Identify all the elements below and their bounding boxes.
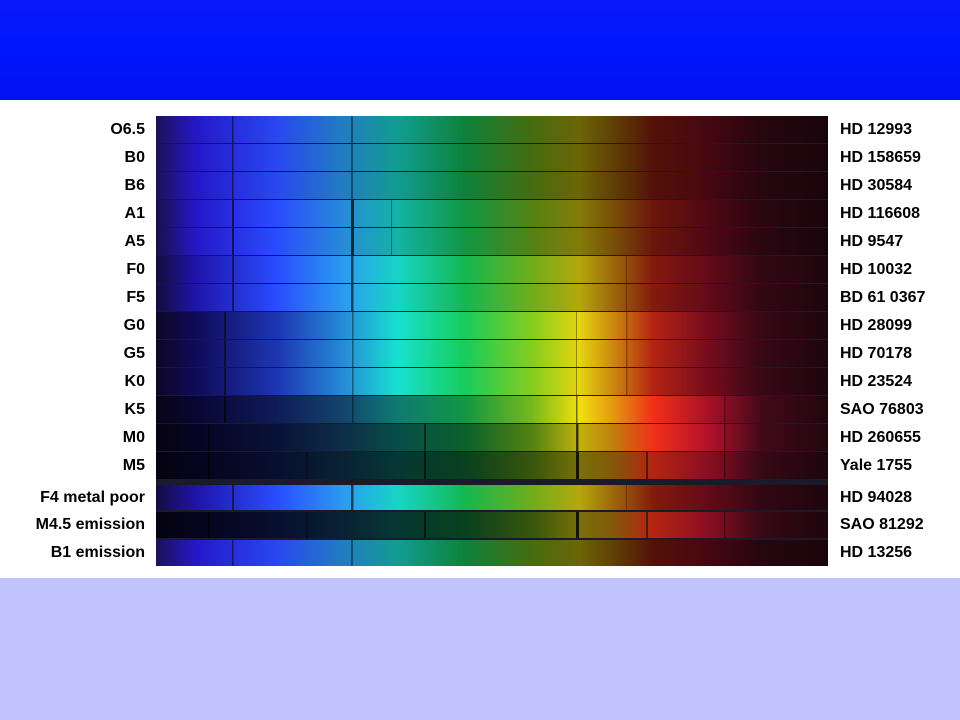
top-blue-band: [0, 0, 960, 100]
star-name-label: HD 116608: [840, 204, 921, 222]
spectrum-strip: [156, 512, 828, 538]
star-name-label: BD 61 0367: [840, 288, 926, 306]
star-name-label: HD 9547: [840, 232, 904, 250]
spectrum-strip: [156, 340, 828, 367]
spectrum-strip: [156, 368, 828, 395]
spectral-type-label: F4 metal poor: [40, 488, 145, 506]
spectral-type-label: F5: [126, 288, 145, 306]
spectral-type-label: O6.5: [110, 120, 145, 138]
spectrum-strip: [156, 312, 828, 339]
spectral-type-label: M5: [122, 456, 145, 474]
star-name-label: SAO 76803: [840, 400, 924, 418]
star-name-label: SAO 81292: [840, 516, 924, 533]
spectral-type-label: K0: [124, 372, 145, 390]
spectrum-strip: [156, 424, 828, 451]
spectral-type-label: B0: [124, 148, 145, 166]
spectrum-strip: [156, 172, 828, 199]
spectral-type-label: G0: [123, 316, 145, 334]
star-name-label: HD 94028: [840, 488, 913, 506]
star-name-label: HD 158659: [840, 148, 921, 166]
star-name-label: HD 30584: [840, 176, 913, 194]
spectral-type-label: F0: [126, 260, 145, 278]
star-name-label: HD 28099: [840, 316, 913, 334]
spectrum-strip: [156, 256, 828, 283]
star-name-label: HD 23524: [840, 372, 913, 390]
star-name-label: HD 13256: [840, 544, 913, 561]
spectrum-strip: [156, 200, 828, 227]
spectral-type-label: A5: [124, 232, 145, 250]
star-name-label: HD 10032: [840, 260, 913, 278]
spectrum-strip: [156, 485, 828, 510]
star-name-label: HD 12993: [840, 120, 913, 138]
spectral-type-label: B1 emission: [50, 544, 145, 561]
spectrum-strip: [156, 228, 828, 255]
spectrum-strip: [156, 144, 828, 171]
star-name-label: HD 260655: [840, 428, 921, 446]
spectral-type-label: M4.5 emission: [35, 516, 145, 533]
stellar-spectra-panel: [156, 116, 828, 566]
star-name-label: Yale 1755: [840, 456, 913, 474]
spectrum-strip: [156, 396, 828, 423]
spectral-type-label: B6: [124, 176, 145, 194]
spectral-type-label: G5: [123, 344, 145, 362]
spectral-type-label: A1: [124, 204, 145, 222]
star-name-label: HD 70178: [840, 344, 913, 362]
spectral-type-label: M0: [122, 428, 145, 446]
spectrum-strip: [156, 116, 828, 143]
spectrum-strip: [156, 284, 828, 311]
spectral-type-label: K5: [124, 400, 145, 418]
spectrum-strip: [156, 452, 828, 479]
spectrum-strip: [156, 540, 828, 566]
bottom-lavender-band: [0, 578, 960, 720]
